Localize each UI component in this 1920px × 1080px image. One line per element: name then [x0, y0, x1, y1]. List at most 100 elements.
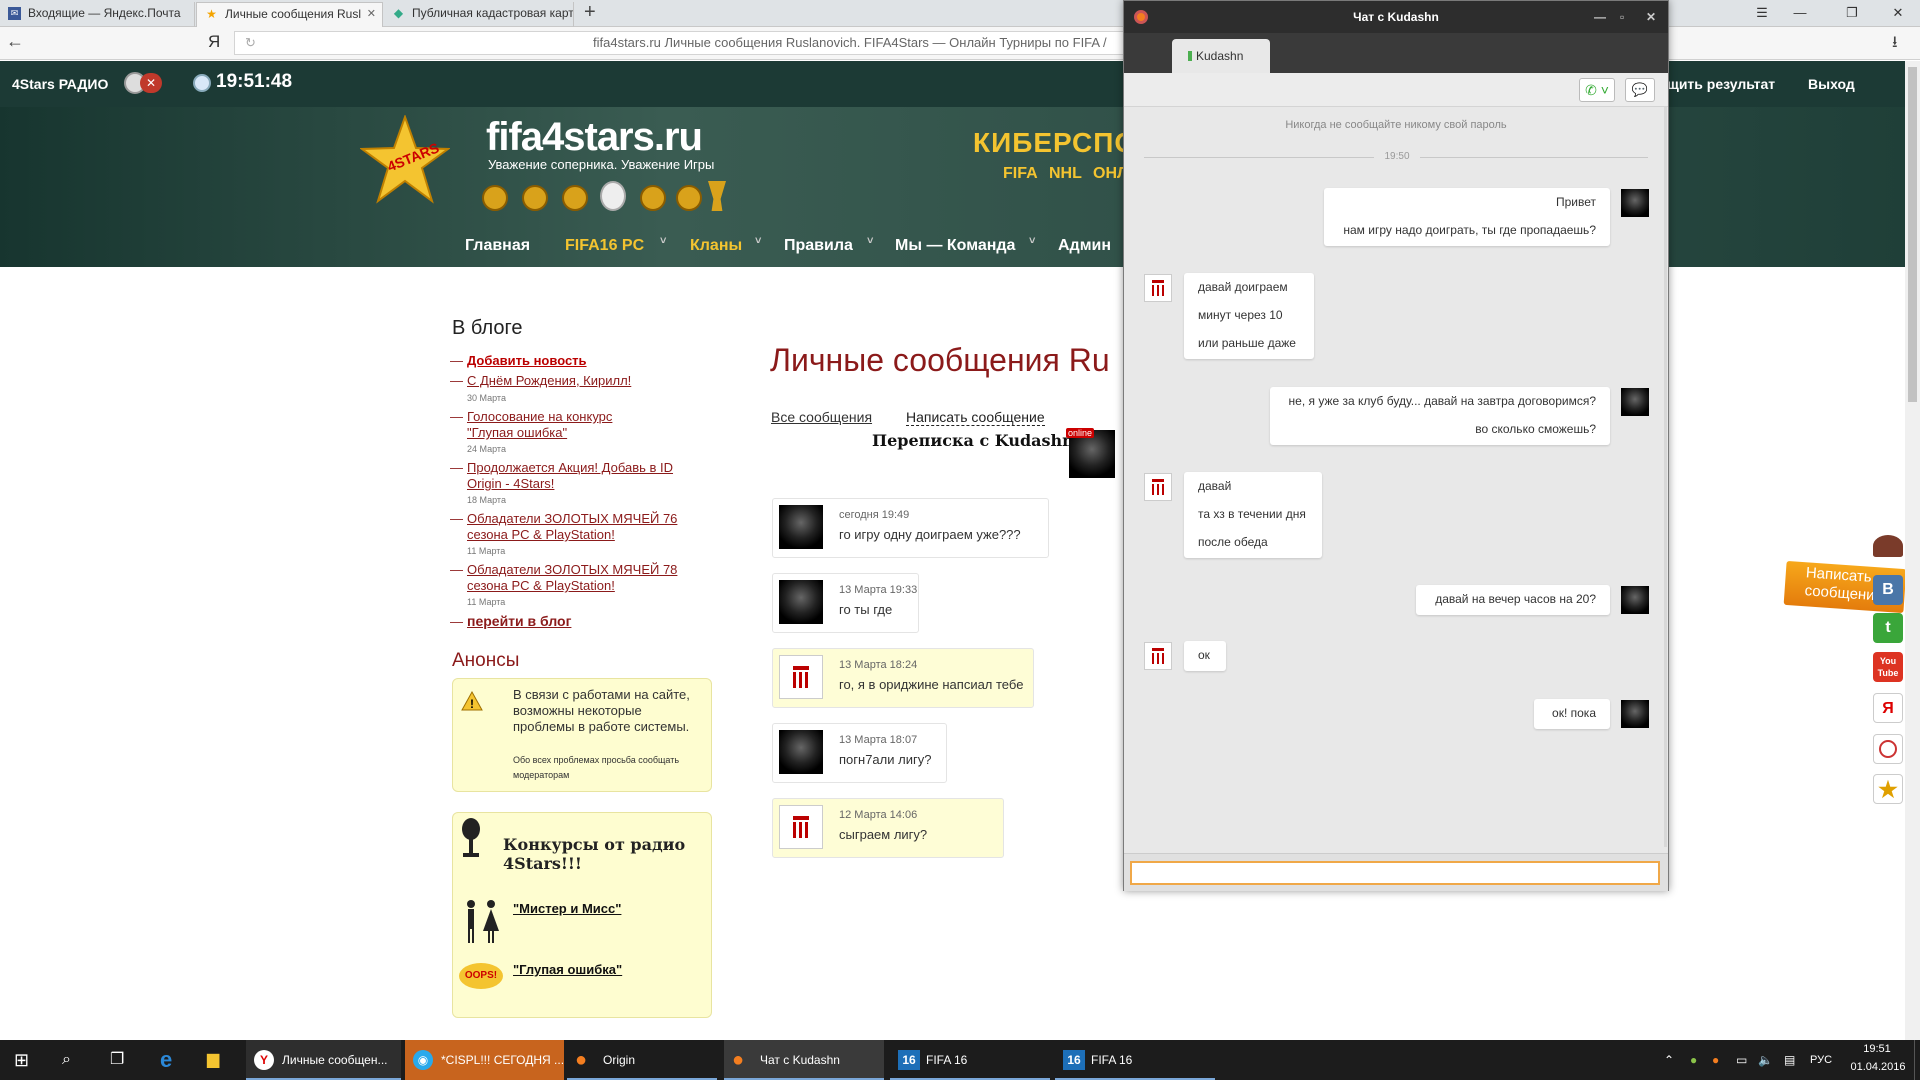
language-indicator[interactable]: РУС [1810, 1040, 1832, 1080]
nav-admin[interactable]: Админ [1058, 237, 1111, 255]
menu-icon[interactable]: ☰ [1744, 3, 1780, 23]
chat-line: та хз в течении дня [1198, 507, 1306, 521]
call-button[interactable]: ✆ ˅ [1579, 78, 1615, 102]
logout-link[interactable]: Выход [1808, 76, 1855, 92]
add-news-link[interactable]: Добавить новость [467, 353, 587, 369]
star-icon[interactable]: ★ [1873, 774, 1903, 804]
yandex-icon[interactable]: Я [1873, 693, 1903, 723]
write-message-link[interactable]: Написать сообщение [906, 409, 1045, 426]
url-field[interactable]: ↻ fifa4stars.ru Личные сообщения Ruslano… [234, 31, 1124, 55]
nav-clans[interactable]: Кланы [690, 237, 742, 255]
message-card[interactable]: 13 Марта 19:33 го ты где [772, 573, 919, 633]
contest-link-mistake[interactable]: "Глупая ошибка" [513, 962, 622, 977]
url-text: fifa4stars.ru Личные сообщения Ruslanovi… [593, 35, 1107, 50]
chat-titlebar: Чат с Kudashn — ▫ ✕ [1124, 1, 1668, 33]
site-logo-text[interactable]: fifa4stars.ru [486, 115, 703, 160]
chat-line: ок! пока [1552, 706, 1596, 720]
contest-link-mister[interactable]: "Мистер и Мисс" [513, 901, 621, 916]
go-to-blog-link[interactable]: перейти в блог [467, 613, 571, 629]
blog-link[interactable]: С Днём Рождения, Кирилл! [467, 373, 631, 389]
minimize-icon[interactable]: — [1782, 3, 1818, 23]
message-card[interactable]: 12 Марта 14:06 сыграем лигу? [772, 798, 1004, 858]
restore-icon[interactable]: ❐ [1834, 3, 1870, 23]
page-scrollbar[interactable] [1905, 61, 1920, 1040]
nav-rules[interactable]: Правила [784, 237, 853, 255]
taskbar-item-fifa[interactable]: 16 FIFA 16 [890, 1040, 1050, 1080]
browser-tab-cadastral[interactable]: ◆ Публичная кадастровая карт [384, 2, 574, 27]
chat-scrollbar[interactable] [1664, 107, 1667, 847]
avatar [1621, 388, 1649, 416]
taskbar-date[interactable]: 01.04.2016 [1848, 1061, 1908, 1073]
star-icon: ★ [206, 7, 217, 21]
avatar [1621, 586, 1649, 614]
trophy-row [482, 179, 732, 213]
back-icon[interactable]: ← [6, 31, 24, 52]
chat-line: давай на вечер часов на 20? [1435, 592, 1596, 606]
task-view-icon[interactable]: ❐ [110, 1040, 124, 1080]
radio-close-icon[interactable]: ✕ [140, 73, 162, 93]
message-card[interactable]: 13 Марта 18:07 погн7али лигу? [772, 723, 947, 783]
avatar [779, 730, 823, 774]
chat-window: Чат с Kudashn — ▫ ✕ Kudashn ✆ ˅ 💬 Никогд… [1123, 0, 1669, 891]
show-desktop-button[interactable] [1914, 1040, 1920, 1080]
close-icon[interactable]: ✕ [1646, 1, 1656, 33]
minimize-icon[interactable]: — [1594, 1, 1606, 33]
close-icon[interactable]: ✕ [367, 7, 376, 20]
yandex-logo[interactable]: Я [208, 32, 220, 52]
twitter-icon[interactable]: t [1873, 613, 1903, 643]
submit-result-link[interactable]: щить результат [1667, 76, 1775, 92]
chat-message-input[interactable] [1130, 861, 1660, 885]
taskbar-label: *CISPL!!! СЕГОДНЯ ... [441, 1053, 565, 1067]
message-time: сегодня 19:49 [839, 509, 910, 521]
nav-home[interactable]: Главная [465, 237, 530, 255]
maximize-icon[interactable]: ▫ [1620, 1, 1624, 33]
close-window-icon[interactable]: ✕ [1880, 3, 1916, 23]
volume-icon[interactable]: 🔈 [1758, 1040, 1773, 1080]
taskbar-item-chat[interactable]: ● Чат с Kudashn [724, 1040, 884, 1080]
page-title: Личные сообщения Ru [770, 342, 1110, 378]
blog-link[interactable]: Продолжается Акция! Добавь в ID Origin -… [467, 460, 687, 492]
team-flag-icon [793, 666, 809, 688]
scrollbar-thumb[interactable] [1908, 67, 1917, 402]
taskbar-clock[interactable]: 19:51 [1852, 1043, 1902, 1055]
tray-origin-icon[interactable]: ● [1712, 1040, 1719, 1080]
edge-icon[interactable]: e [160, 1040, 172, 1080]
chat-tabstrip: Kudashn [1124, 33, 1668, 73]
chat-toolbar: ✆ ˅ 💬 [1124, 73, 1668, 107]
reload-icon[interactable]: ↻ [245, 32, 256, 54]
chat-tab-kudashn[interactable]: Kudashn [1172, 39, 1270, 73]
trophy-icon [482, 185, 508, 211]
team-flag-icon [1152, 648, 1164, 664]
avatar [1621, 189, 1649, 217]
blog-link[interactable]: Обладатели ЗОЛОТЫХ МЯЧЕЙ 76 сезона PC & … [467, 511, 682, 543]
browser-tab-mail[interactable]: ✉ Входящие — Яндекс.Почта [0, 2, 195, 27]
download-icon[interactable]: ⭳ [1892, 31, 1898, 58]
blog-link[interactable]: Голосование на конкурс "Глупая ошибка" [467, 409, 642, 441]
all-messages-link[interactable]: Все сообщения [771, 409, 872, 425]
search-icon[interactable]: ⌕ [62, 1040, 71, 1080]
windows-start-icon[interactable]: ⊞ [14, 1040, 29, 1080]
network-icon[interactable]: ▭ [1736, 1040, 1747, 1080]
blog-link[interactable]: Обладатели ЗОЛОТЫХ МЯЧЕЙ 78 сезона PC & … [467, 562, 682, 594]
avatar [1144, 473, 1172, 501]
chevron-down-icon: ˅ [867, 235, 874, 247]
nav-fifa16pc[interactable]: FIFA16 PC [565, 237, 644, 255]
chevron-up-icon[interactable]: ⌃ [1664, 1040, 1674, 1080]
password-warning: Никогда не сообщайте никому свой пароль [1285, 119, 1507, 131]
chat-options-icon[interactable]: 💬 [1625, 78, 1655, 102]
message-card[interactable]: 13 Марта 18:24 го, я в ориджине напсиал … [772, 648, 1034, 708]
browser-tab-messages[interactable]: ★ Личные сообщения Rusl ✕ [196, 2, 383, 27]
vk-icon[interactable]: В [1873, 575, 1903, 605]
taskbar-item-origin[interactable]: ● Origin [567, 1040, 717, 1080]
ball-icon[interactable] [1873, 734, 1903, 764]
message-card[interactable]: сегодня 19:49 го игру одну доиграем уже?… [772, 498, 1049, 558]
nav-team[interactable]: Мы — Команда [895, 237, 1015, 255]
folder-icon[interactable]: ▆ [207, 1040, 219, 1080]
notification-icon[interactable]: ▤ [1784, 1040, 1795, 1080]
new-tab-button[interactable]: + [584, 1, 596, 24]
taskbar-item-fifa[interactable]: 16 FIFA 16 [1055, 1040, 1215, 1080]
taskbar-item-skype[interactable]: ◉ *CISPL!!! СЕГОДНЯ ... [405, 1040, 564, 1080]
taskbar-item-browser[interactable]: Y Личные сообщен... [246, 1040, 401, 1080]
tray-app-icon[interactable]: ● [1690, 1040, 1697, 1080]
youtube-icon[interactable]: You Tube [1873, 652, 1903, 682]
